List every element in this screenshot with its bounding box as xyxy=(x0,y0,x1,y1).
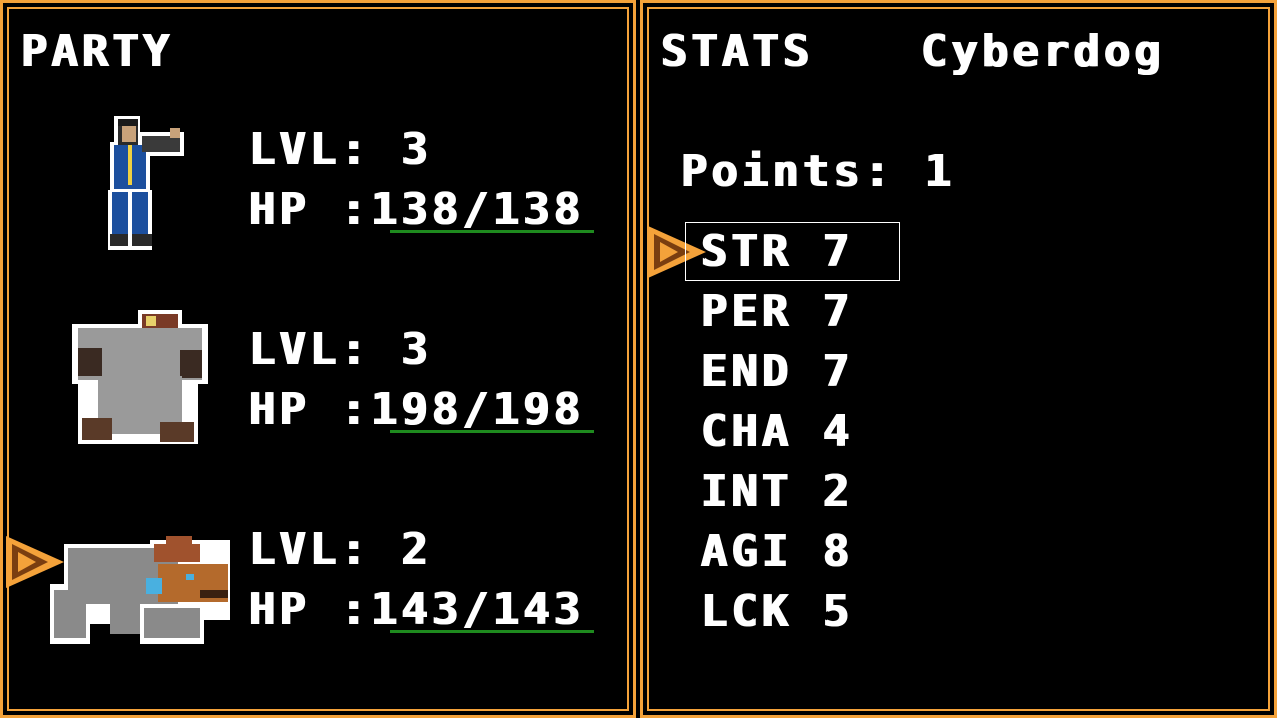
member-level: LVL: 3 xyxy=(248,324,431,375)
vault-dweller-sprite xyxy=(108,116,184,250)
stats-member-name: Cyberdog xyxy=(920,26,1164,77)
stat-row-int[interactable]: INT 2 xyxy=(700,470,852,514)
member-hp-bar xyxy=(390,630,594,633)
member-level: LVL: 2 xyxy=(248,524,431,575)
stat-row-lck[interactable]: LCK 5 xyxy=(700,590,852,634)
party-member-3[interactable]: LVL: 2 HP :143/143 xyxy=(0,510,630,690)
party-member-1[interactable]: LVL: 3 HP :138/138 xyxy=(0,110,630,290)
member-hp-bar xyxy=(390,430,594,433)
stat-points: Points: 1 xyxy=(680,146,955,197)
stat-row-str[interactable]: STR 7 xyxy=(700,230,852,274)
super-mutant-sprite xyxy=(72,310,208,444)
member-hp: HP :143/143 xyxy=(248,584,584,635)
stats-title: STATS xyxy=(660,26,813,77)
member-level: LVL: 3 xyxy=(248,124,431,175)
member-hp-bar xyxy=(390,230,594,233)
stat-row-cha[interactable]: CHA 4 xyxy=(700,410,852,454)
member-hp: HP :138/138 xyxy=(248,184,584,235)
party-member-2[interactable]: LVL: 3 HP :198/198 xyxy=(0,310,630,490)
stat-row-per[interactable]: PER 7 xyxy=(700,290,852,334)
party-title: PARTY xyxy=(20,26,173,77)
cyberdog-sprite xyxy=(50,536,230,644)
stat-row-agi[interactable]: AGI 8 xyxy=(700,530,852,574)
stat-row-end[interactable]: END 7 xyxy=(700,350,852,394)
member-hp: HP :198/198 xyxy=(248,384,584,435)
